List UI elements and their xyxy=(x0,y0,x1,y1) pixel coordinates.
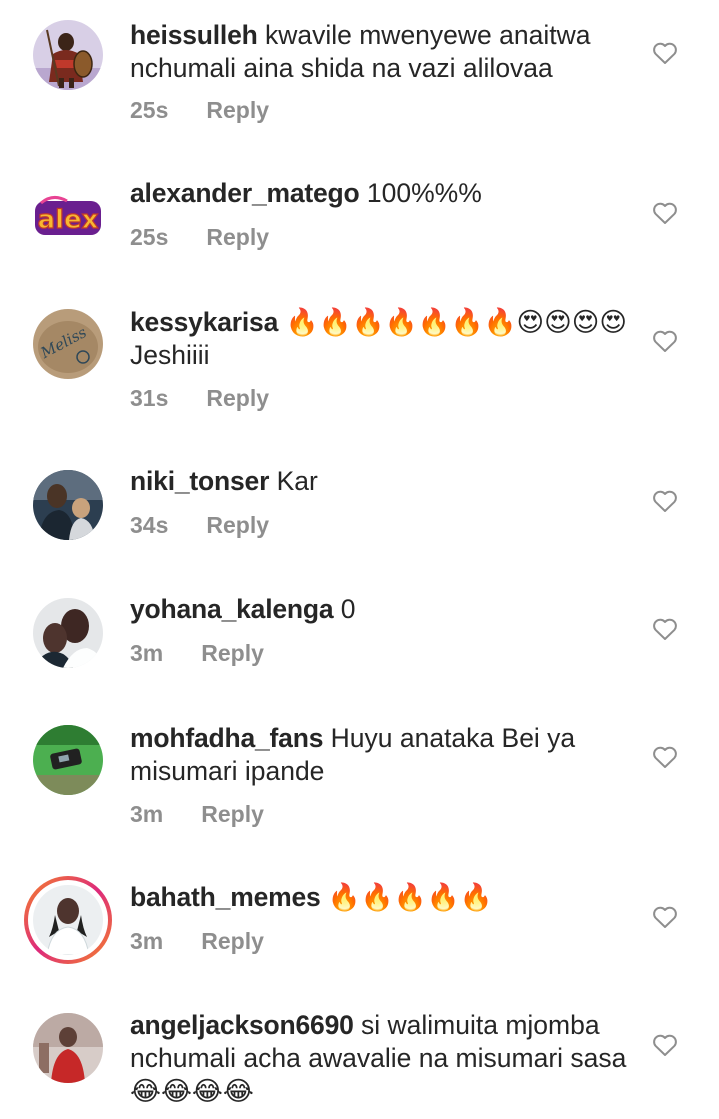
reply-button[interactable]: Reply xyxy=(206,224,269,251)
story-ring-inner xyxy=(28,880,108,960)
avatar-alexander_matego[interactable]: alex xyxy=(33,183,103,253)
avatar-yohana_kalenga[interactable] xyxy=(33,598,103,668)
comment-timestamp: 25s xyxy=(130,97,169,123)
reply-button[interactable]: Reply xyxy=(206,512,269,539)
comment-text: 100%%% xyxy=(366,178,482,208)
comment-body: yohana_kalenga 0 xyxy=(130,593,640,626)
comment-timestamp: 3m xyxy=(130,640,164,666)
comment-body: heissulleh kwavile mwenyewe anaitwa nchu… xyxy=(130,19,640,85)
comment-username[interactable]: niki_tonser xyxy=(130,466,269,496)
reply-button[interactable]: Reply xyxy=(201,640,264,667)
comment-username[interactable]: mohfadha_fans xyxy=(130,723,323,753)
comment-username[interactable]: bahath_memes xyxy=(130,882,321,912)
comment-meta: 34s Reply xyxy=(130,512,269,539)
comment-username[interactable]: heissulleh xyxy=(130,20,258,50)
avatar-bahath_memes-story-ring[interactable] xyxy=(24,876,112,964)
heart-outline-icon[interactable] xyxy=(652,745,678,769)
comment-timestamp: 31s xyxy=(130,385,169,411)
comment-body: alexander_matego 100%%% xyxy=(130,177,640,210)
reply-button[interactable]: Reply xyxy=(201,801,264,828)
avatar-image xyxy=(33,1013,103,1083)
comment-meta: 25s Reply xyxy=(130,224,269,251)
comment-text: 🔥🔥🔥🔥🔥 xyxy=(327,882,493,912)
comment-meta: 3m Reply xyxy=(130,640,264,667)
comment-timestamp: 3m xyxy=(130,801,164,827)
avatar-heissulleh[interactable] xyxy=(33,20,103,90)
avatar-image xyxy=(33,598,103,668)
avatar-image: alex xyxy=(33,183,103,253)
comment-meta: 3m Reply xyxy=(130,928,264,955)
reply-button[interactable]: Reply xyxy=(201,928,264,955)
avatar-image xyxy=(33,470,103,540)
heart-outline-icon[interactable] xyxy=(652,329,678,353)
avatar-image xyxy=(33,20,103,90)
comment-body: mohfadha_fans Huyu anataka Bei ya misuma… xyxy=(130,722,640,788)
avatar-mohfadha_fans[interactable] xyxy=(33,725,103,795)
comment-meta: 31s Reply xyxy=(130,385,269,412)
comment-body: angeljackson6690 si walimuita mjomba nch… xyxy=(130,1009,640,1108)
heart-outline-icon[interactable] xyxy=(652,905,678,929)
comment-username[interactable]: yohana_kalenga xyxy=(130,594,334,624)
avatar-kessykarisa[interactable]: Meliss xyxy=(33,309,103,379)
comment-username[interactable]: alexander_matego xyxy=(130,178,360,208)
comment-username[interactable]: angeljackson6690 xyxy=(130,1010,354,1040)
comment-body: bahath_memes 🔥🔥🔥🔥🔥 xyxy=(130,881,640,914)
heart-outline-icon[interactable] xyxy=(652,1033,678,1057)
comment-text: Kar xyxy=(276,466,318,496)
comment-timestamp: 34s xyxy=(130,512,169,538)
comment-meta: 3m Reply xyxy=(130,801,264,828)
heart-outline-icon[interactable] xyxy=(652,201,678,225)
comment-text: 0 xyxy=(340,594,356,624)
avatar-angeljackson6690[interactable] xyxy=(33,1013,103,1083)
avatar-image xyxy=(33,725,103,795)
avatar-image: Meliss xyxy=(33,309,103,379)
heart-outline-icon[interactable] xyxy=(652,617,678,641)
avatar-image xyxy=(33,885,103,955)
comment-body: niki_tonser Kar xyxy=(130,465,640,498)
reply-button[interactable]: Reply xyxy=(206,385,269,412)
comment-body: kessykarisa 🔥🔥🔥🔥🔥🔥🔥😍😍😍😍 Jeshiiii xyxy=(130,306,640,372)
svg-text:alex: alex xyxy=(38,205,99,235)
heart-outline-icon[interactable] xyxy=(652,41,678,65)
comment-timestamp: 3m xyxy=(130,928,164,954)
comment-timestamp: 25s xyxy=(130,224,169,250)
reply-button[interactable]: Reply xyxy=(206,97,269,124)
comment-username[interactable]: kessykarisa xyxy=(130,307,278,337)
avatar-niki_tonser[interactable] xyxy=(33,470,103,540)
comment-meta: 25s Reply xyxy=(130,97,269,124)
heart-outline-icon[interactable] xyxy=(652,489,678,513)
